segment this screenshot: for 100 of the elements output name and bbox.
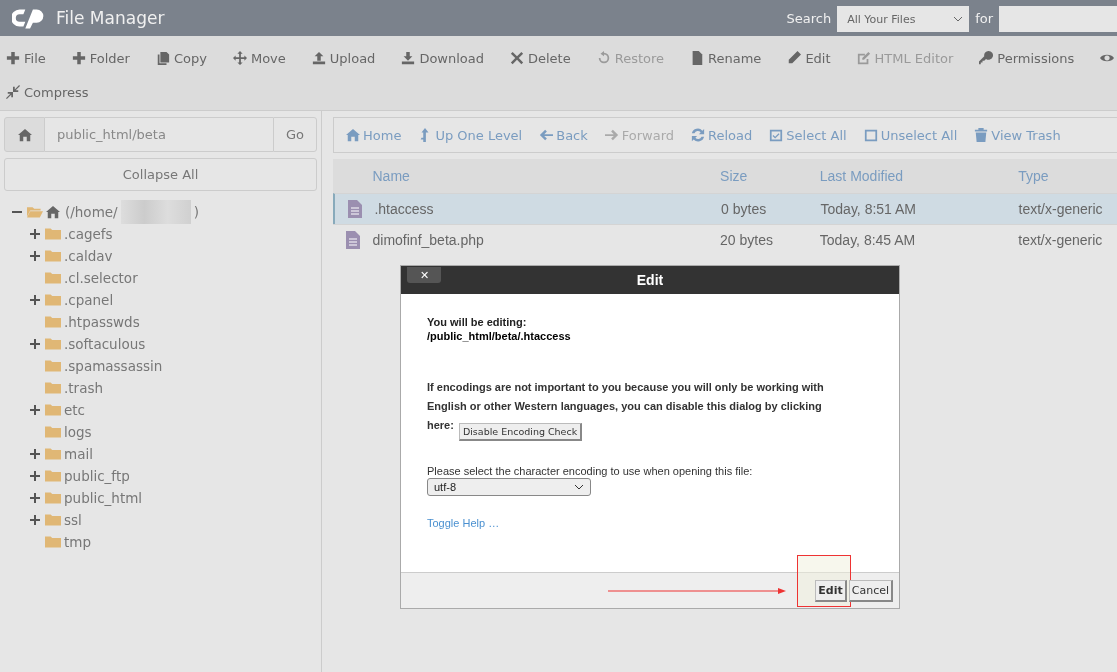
nav-button[interactable]: Home (342, 127, 410, 143)
tree-item-label[interactable]: (/home/ (65, 204, 118, 220)
checkbox-icon (863, 128, 878, 142)
tree-row[interactable]: ssl (12, 509, 317, 531)
nav-button[interactable]: Unselect All (859, 127, 966, 143)
tree-row[interactable]: public_ftp (12, 465, 317, 487)
tree-item-label: ssl (64, 512, 82, 528)
tree-item-label: .htpasswds (64, 314, 140, 330)
tree-row[interactable]: tmp (12, 531, 317, 553)
toolbar-button[interactable]: File (0, 50, 55, 66)
left-arrow-icon (539, 128, 554, 142)
column-header[interactable]: Type (1018, 168, 1117, 184)
toolbar-button[interactable]: Permissions (973, 50, 1084, 66)
move-icon (232, 51, 247, 65)
plus-icon[interactable] (30, 515, 40, 525)
column-header[interactable]: Name (372, 168, 721, 184)
file-path: /public_html/beta/.htaccess (427, 329, 572, 343)
tree-item-label: tmp (64, 534, 91, 550)
tree-item-label: logs (64, 424, 92, 440)
toolbar-button[interactable]: Copy (149, 50, 216, 66)
plus-icon[interactable] (30, 229, 40, 239)
tree-row[interactable]: .softaculous (12, 333, 317, 355)
tree-row[interactable]: public_html (12, 487, 317, 509)
right-arrow-icon (604, 128, 619, 142)
folder-icon (45, 250, 61, 262)
collapse-all-button[interactable]: Collapse All (4, 158, 317, 191)
document-icon (345, 231, 360, 249)
plus-icon[interactable] (30, 251, 40, 261)
close-button[interactable]: ✕ (407, 267, 441, 283)
nav-button[interactable]: Reload (687, 127, 761, 143)
toolbar-button[interactable]: Edit (781, 50, 840, 66)
tree-item-label: .caldav (64, 248, 113, 264)
tree-item-label: .cl.selector (64, 270, 138, 286)
toolbar-button[interactable]: Download (395, 50, 493, 66)
toolbar-button[interactable]: Folder (65, 50, 139, 66)
download-icon (401, 51, 416, 65)
for-label: for (975, 10, 993, 26)
toolbar-button[interactable]: Delete (504, 50, 580, 66)
column-header[interactable]: Size (720, 168, 820, 184)
nav-button[interactable]: Select All (765, 127, 855, 143)
nav-button[interactable]: Back (535, 127, 596, 143)
tree-item-label[interactable]: ) (193, 204, 199, 220)
compress-icon (6, 85, 20, 99)
tree-row[interactable]: .caldav (12, 245, 317, 267)
folder-icon (45, 448, 61, 460)
tree-row[interactable]: .htpasswds (12, 311, 317, 333)
plus-icon[interactable] (30, 339, 40, 349)
toolbar-button[interactable]: Upload (305, 50, 385, 66)
tree-item-label: .cpanel (64, 292, 114, 308)
tree-row[interactable]: .cpanel (12, 289, 317, 311)
dialog-button[interactable]: Edit (815, 579, 847, 602)
toolbar-button[interactable]: Rename (684, 50, 771, 66)
app-title: File Manager (56, 8, 165, 28)
tree-row[interactable]: mail (12, 443, 317, 465)
plus-icon[interactable] (30, 493, 40, 503)
pencil-icon (787, 51, 802, 65)
tree-row[interactable]: .spamassassin (12, 355, 317, 377)
key-icon (979, 51, 994, 65)
tree-row[interactable]: .trash (12, 377, 317, 399)
plus-icon[interactable] (30, 449, 40, 459)
encoding-dropdown[interactable]: utf-8 (427, 478, 591, 496)
chevron-icon (574, 484, 584, 490)
home-icon (46, 205, 60, 219)
column-header[interactable]: Last Modified (819, 168, 1019, 184)
tree-row[interactable]: logs (12, 421, 317, 443)
table-cell-text: 0 bytes (721, 201, 768, 217)
folder-icon (45, 492, 61, 504)
nav-button[interactable]: Up One Level (414, 127, 531, 143)
table-cell-text: text/x-generic (1018, 232, 1104, 248)
copy-icon (155, 51, 170, 65)
plus-icon[interactable] (30, 405, 40, 415)
folder-icon (45, 228, 61, 240)
file-row[interactable]: .htaccess 0 bytes Today, 8:51 AM text/x-generic (333, 193, 1117, 224)
folder-icon (45, 514, 61, 526)
path-field[interactable]: public_html/beta (45, 117, 273, 152)
plus-icon[interactable] (30, 471, 40, 481)
home-button[interactable] (4, 117, 45, 152)
tree-row[interactable]: .cl.selector (12, 267, 317, 289)
search-field[interactable] (999, 6, 1117, 32)
tree-row[interactable]: etc (12, 399, 317, 421)
toolbar-button[interactable]: Move (226, 50, 295, 66)
search-scope-dropdown[interactable]: All Your Files (837, 6, 970, 32)
tree-item-label: .softaculous (64, 336, 146, 352)
nav-button[interactable]: View Trash (970, 127, 1069, 143)
table-cell-text: 20 bytes (720, 232, 774, 248)
home-icon (17, 127, 32, 142)
toggle-help-link[interactable]: Toggle Help … (427, 517, 847, 529)
folder-icon (45, 404, 61, 416)
folder-icon (45, 316, 61, 328)
toolbar-button[interactable]: Compress (0, 84, 98, 100)
dialog-button[interactable]: Cancel (848, 579, 893, 602)
search-label: Search (786, 10, 832, 26)
home-icon (346, 128, 360, 142)
plus-icon[interactable] (30, 295, 40, 305)
go-button[interactable]: Go (273, 117, 317, 152)
encoding-label: Please select the character encoding to use when opening this file: (427, 465, 754, 477)
tree-item-label: .trash (64, 380, 103, 396)
tree-row[interactable]: .cagefs (12, 223, 317, 245)
document-icon (347, 200, 362, 218)
plus-icon (6, 51, 20, 65)
